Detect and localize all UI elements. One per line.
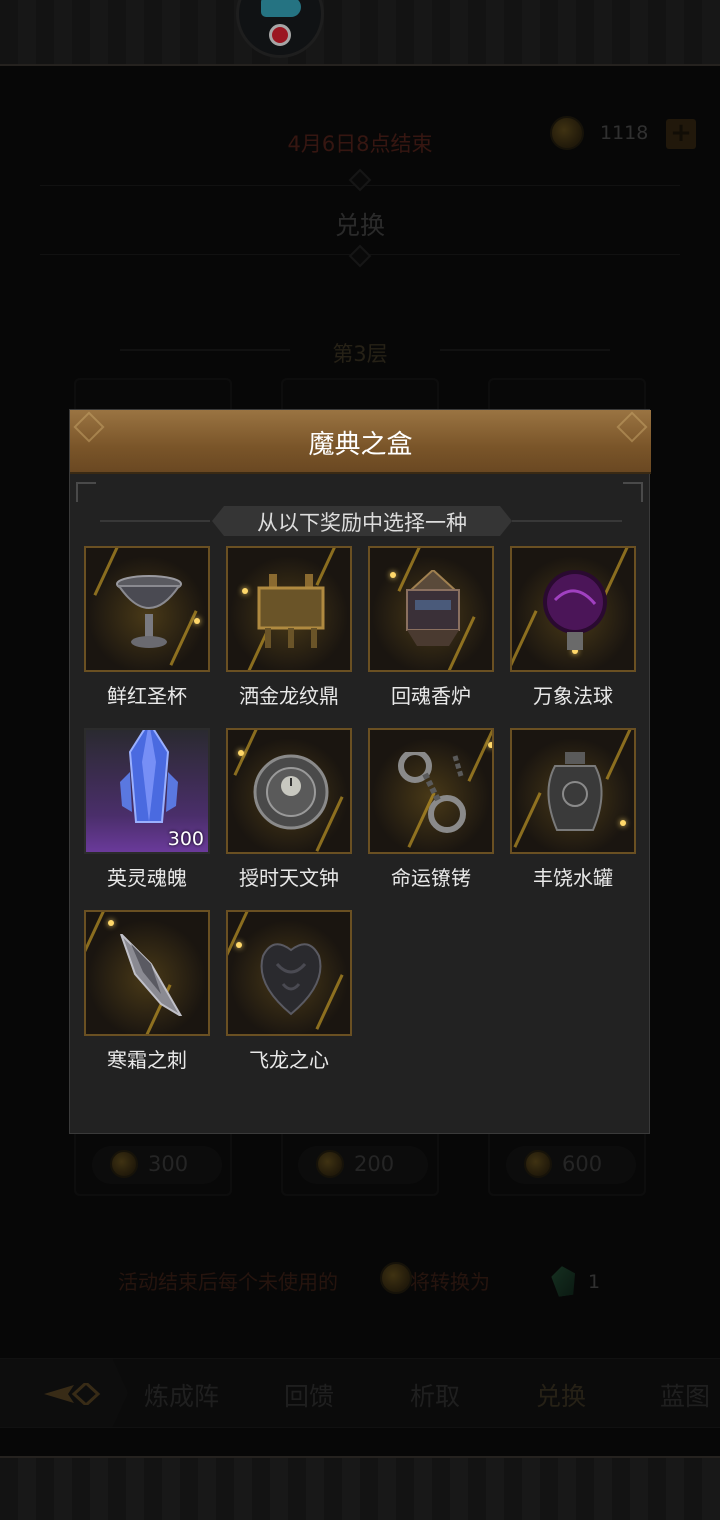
cauldron-icon <box>257 574 325 648</box>
crystal-icon <box>120 730 178 823</box>
subtitle-divider-right <box>512 520 622 522</box>
frame-corner <box>76 482 96 502</box>
reward-item[interactable]: 授时天文钟 <box>226 728 352 891</box>
reward-item-label: 丰饶水罐 <box>533 866 613 890</box>
shackles-icon <box>398 752 466 833</box>
frost-thorn-icon <box>120 934 183 1016</box>
reward-selection-modal: 魔典之盒 从以下奖励中选择一种 鲜红圣杯 洒金龙纹鼎 回魂香炉 万象法球 300… <box>69 409 651 1134</box>
subtitle-banner: 从以下奖励中选择一种 <box>212 506 512 536</box>
reward-item[interactable]: 鲜红圣杯 <box>84 546 210 709</box>
reward-item-label: 寒霜之刺 <box>107 1048 187 1072</box>
modal-header: 魔典之盒 <box>70 410 651 474</box>
orb-icon <box>543 570 607 650</box>
reward-item-label: 飞龙之心 <box>249 1048 329 1072</box>
reward-item-label: 回魂香炉 <box>391 684 471 708</box>
reward-item[interactable]: 飞龙之心 <box>226 910 352 1073</box>
frame-corner <box>623 482 643 502</box>
reward-item-label: 授时天文钟 <box>239 866 339 890</box>
reward-item-label: 万象法球 <box>533 684 613 708</box>
reward-item[interactable]: 寒霜之刺 <box>84 910 210 1073</box>
subtitle-divider-left <box>100 520 210 522</box>
reward-item[interactable]: 洒金龙纹鼎 <box>226 546 352 709</box>
censer-icon <box>406 570 460 646</box>
reward-item[interactable]: 回魂香炉 <box>368 546 494 709</box>
chalice-icon <box>116 575 182 648</box>
reward-item[interactable]: 万象法球 <box>510 546 636 709</box>
reward-item-label: 洒金龙纹鼎 <box>239 684 339 708</box>
item-count: 300 <box>167 828 204 850</box>
reward-item[interactable]: 命运镣铐 <box>368 728 494 891</box>
modal-subtitle: 从以下奖励中选择一种 <box>257 511 467 535</box>
jar-icon <box>547 752 603 831</box>
reward-item-label: 鲜红圣杯 <box>107 684 187 708</box>
modal-title: 魔典之盒 <box>308 430 413 460</box>
reward-item[interactable]: 300 英灵魂魄 <box>84 728 210 891</box>
astro-clock-icon <box>253 754 329 830</box>
dragon-heart-icon <box>260 943 322 1016</box>
reward-item-label: 英灵魂魄 <box>107 866 187 890</box>
reward-item-label: 命运镣铐 <box>391 866 471 890</box>
reward-item[interactable]: 丰饶水罐 <box>510 728 636 891</box>
